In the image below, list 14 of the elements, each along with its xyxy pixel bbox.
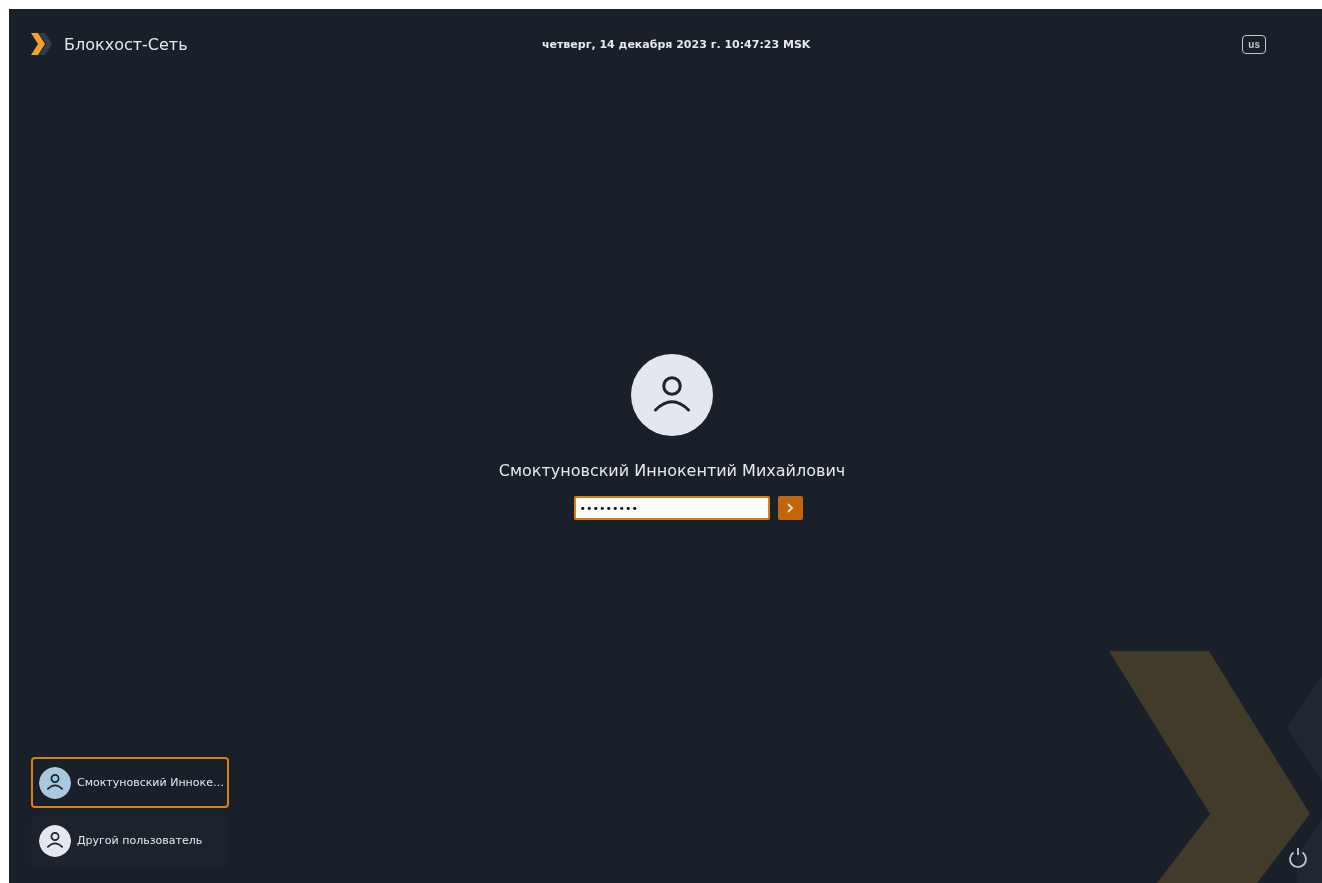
date-time: четверг, 14 декабря 2023 г. 10:47:23 MSK bbox=[540, 37, 812, 51]
logo-icon bbox=[30, 32, 54, 56]
keyboard-layout-button[interactable]: us bbox=[1242, 34, 1266, 54]
user-name: Смоктуновский Иннокентий Михайлович bbox=[498, 461, 846, 480]
user-name: Смоктуновский Инноке… bbox=[77, 776, 224, 789]
user-list-item[interactable]: Смоктуновский Инноке… bbox=[31, 757, 229, 808]
chevron-right-icon bbox=[785, 502, 795, 514]
password-field[interactable]: ••••••••• bbox=[573, 496, 770, 520]
user-name: Другой пользователь bbox=[77, 834, 203, 847]
brand-name: Блокхост-Сеть bbox=[64, 34, 188, 54]
user-avatar-icon bbox=[39, 766, 71, 799]
user-avatar-icon bbox=[39, 824, 71, 857]
submit-button[interactable] bbox=[777, 496, 803, 520]
power-icon[interactable] bbox=[1286, 846, 1310, 870]
